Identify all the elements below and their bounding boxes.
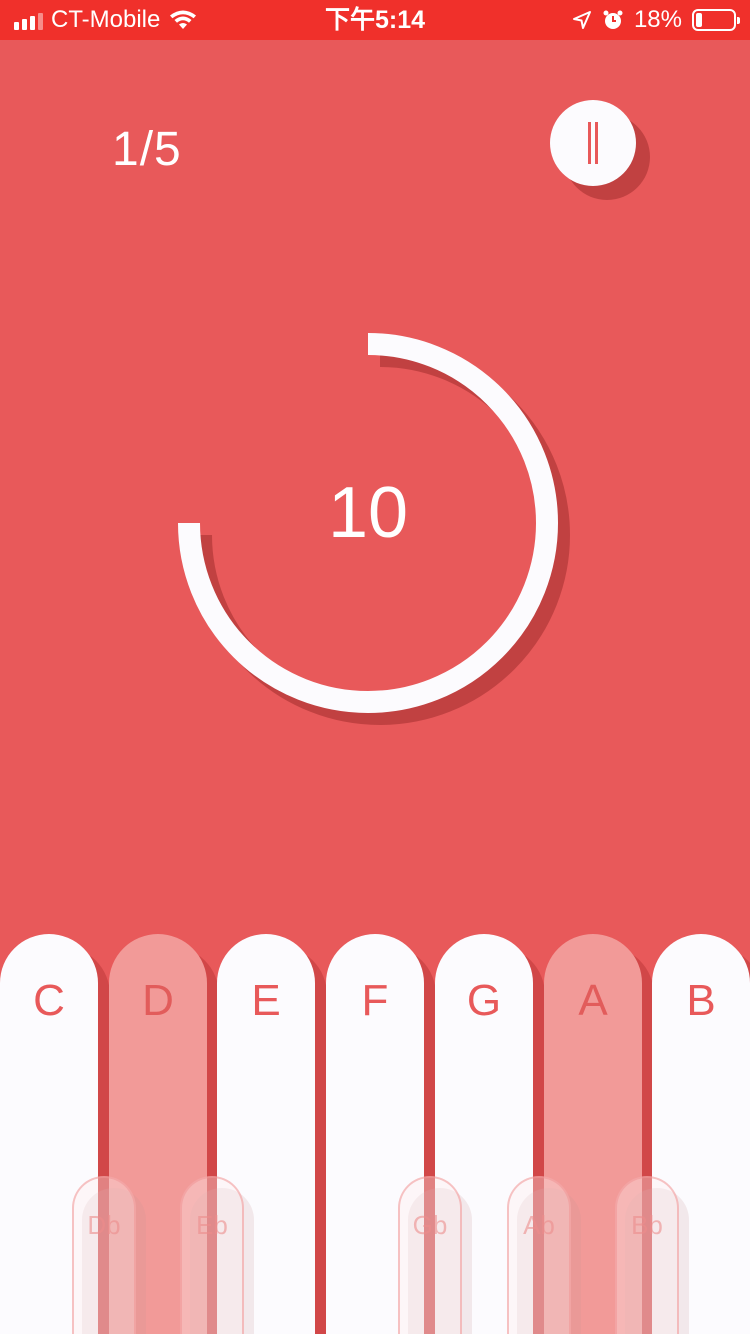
flat-key-db[interactable]: Db [72,1176,136,1334]
flat-key-eb[interactable]: Eb [180,1176,244,1334]
flat-key-label: Ab [523,1210,555,1240]
piano-key-label: A [578,976,608,1025]
piano-key-label: F [361,976,389,1025]
flat-key-label: Db [87,1210,121,1240]
flat-key-label: Gb [412,1210,448,1240]
piano-key-label: G [466,976,502,1025]
flat-key-label: Eb [196,1210,228,1240]
timer-ring [178,333,570,725]
flat-key-gb[interactable]: Gb [398,1176,462,1334]
flat-key-ab[interactable]: Ab [507,1176,571,1334]
flat-key-bb[interactable]: Bb [615,1176,679,1334]
countdown-number: 10 [327,473,409,553]
piano-key-label: D [142,976,174,1025]
piano-key-label: E [251,976,281,1025]
piano-key-label: C [33,976,65,1025]
piano-key-label: B [686,976,716,1025]
flat-key-label: Bb [631,1210,663,1240]
